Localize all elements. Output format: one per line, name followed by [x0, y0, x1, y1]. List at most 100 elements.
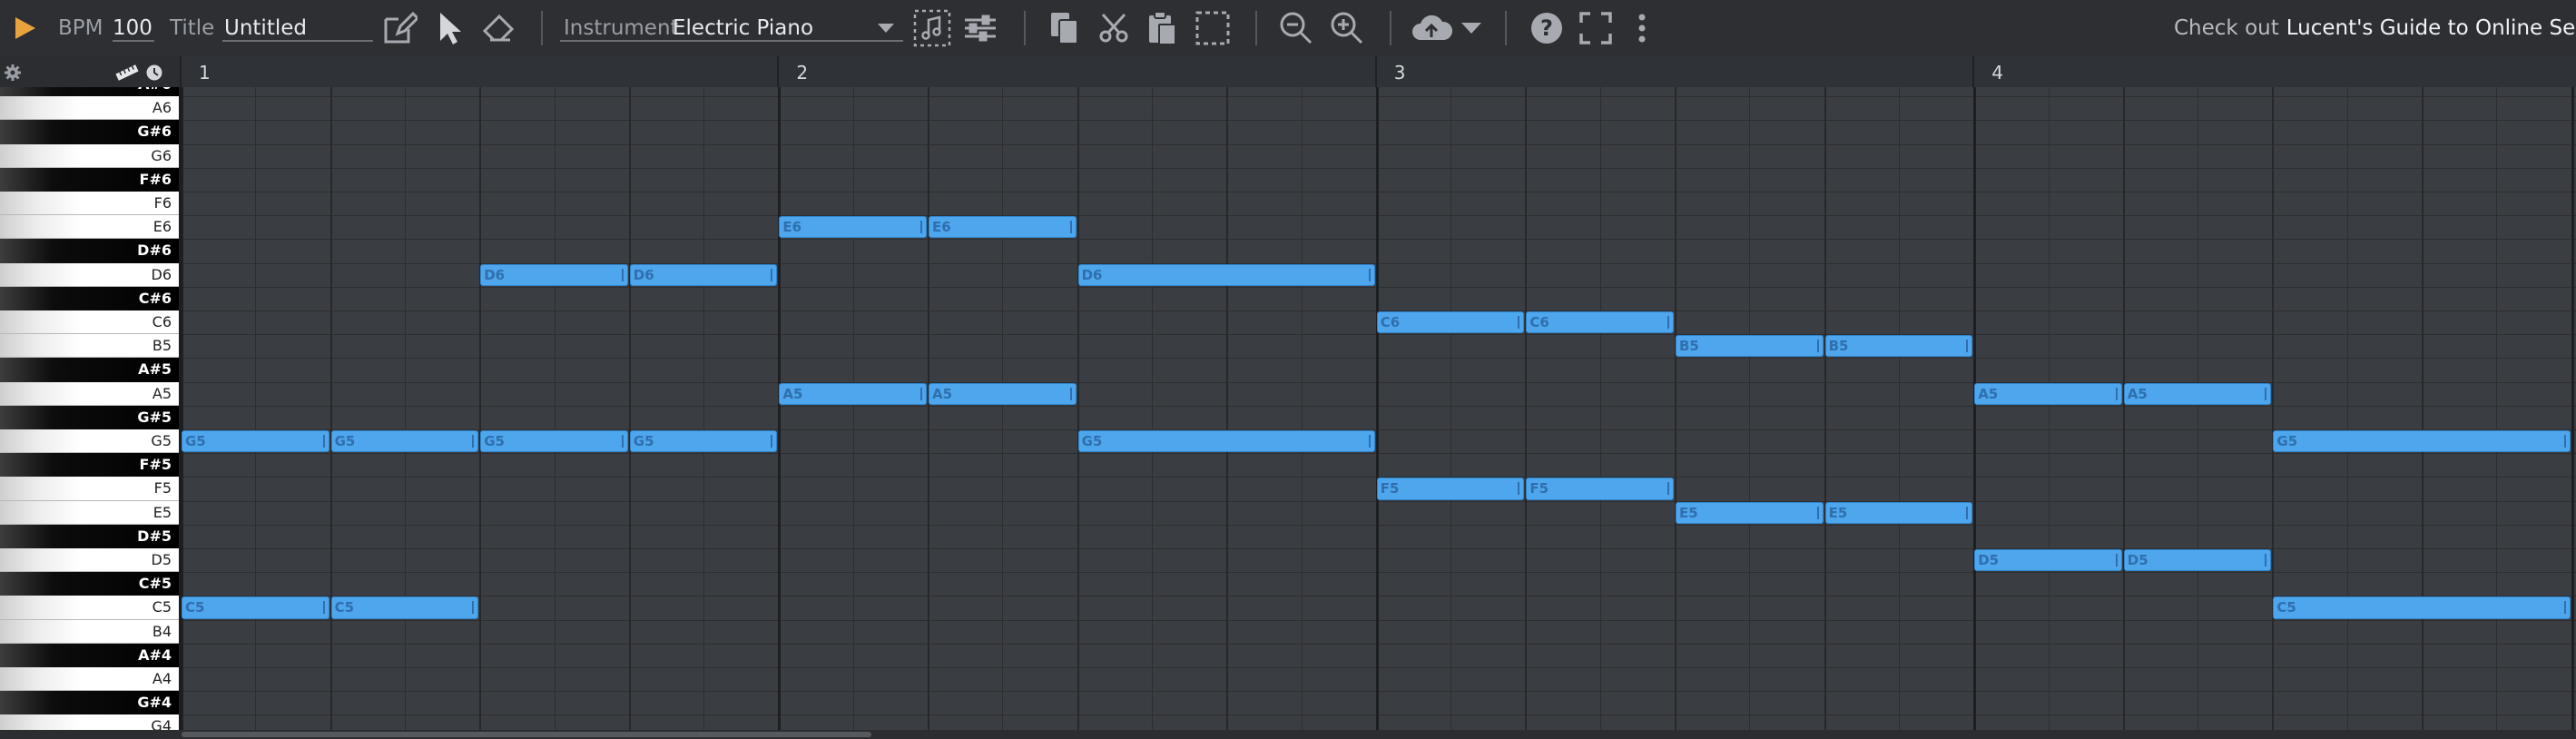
note-resize-handle[interactable]: [1816, 506, 1819, 519]
piano-key-fsharp6[interactable]: F#6: [0, 167, 179, 192]
note-resize-handle[interactable]: [1966, 340, 1969, 353]
promo-guide-link[interactable]: Lucent's Guide to Online Sequenc: [2286, 16, 2576, 40]
piano-key-fsharp5[interactable]: F#5: [0, 453, 179, 478]
note-resize-handle[interactable]: [1368, 268, 1371, 281]
note-block[interactable]: C5: [2273, 596, 2571, 619]
piano-key-c6[interactable]: C6: [0, 310, 179, 335]
note-block[interactable]: C5: [330, 596, 479, 619]
piano-key-d5[interactable]: D5: [0, 548, 179, 573]
note-resize-handle[interactable]: [771, 268, 773, 281]
note-block[interactable]: A5: [779, 382, 927, 405]
select-all-button[interactable]: [1195, 0, 1231, 56]
piano-key-asharp6[interactable]: A#6: [0, 87, 179, 97]
note-block[interactable]: D5: [2123, 549, 2272, 572]
note-block[interactable]: G5: [480, 430, 628, 453]
note-resize-handle[interactable]: [2265, 554, 2267, 567]
note-resize-handle[interactable]: [1518, 316, 1520, 329]
piano-key-d6[interactable]: D6: [0, 262, 179, 287]
note-resize-handle[interactable]: [1368, 435, 1371, 448]
piano-key-csharp5[interactable]: C#5: [0, 572, 179, 596]
note-resize-handle[interactable]: [621, 268, 624, 281]
gear-icon[interactable]: [5, 64, 21, 81]
note-resize-handle[interactable]: [2563, 601, 2566, 615]
piano-key-a6[interactable]: A6: [0, 96, 179, 121]
note-resize-handle[interactable]: [472, 435, 475, 448]
note-block[interactable]: C6: [1526, 311, 1674, 334]
note-resize-handle[interactable]: [621, 435, 624, 448]
note-resize-handle[interactable]: [1966, 506, 1969, 519]
piano-key-g6[interactable]: G6: [0, 143, 179, 168]
note-resize-handle[interactable]: [1069, 221, 1072, 234]
note-block[interactable]: G5: [2273, 430, 2571, 453]
zoom-out-button[interactable]: [1278, 0, 1314, 56]
note-resize-handle[interactable]: [771, 435, 773, 448]
note-resize-handle[interactable]: [1667, 316, 1669, 329]
scrollbar-thumb[interactable]: [182, 732, 871, 737]
note-block[interactable]: F5: [1376, 478, 1525, 500]
note-block[interactable]: D5: [1974, 549, 2122, 572]
paste-button[interactable]: [1146, 0, 1179, 56]
note-resize-handle[interactable]: [322, 435, 325, 448]
piano-key-g5[interactable]: G5: [0, 429, 179, 454]
piano-key-c5[interactable]: C5: [0, 596, 179, 620]
note-block[interactable]: A5: [1974, 382, 2122, 405]
piano-key-b5[interactable]: B5: [0, 334, 179, 359]
piano-key-b4[interactable]: B4: [0, 619, 179, 644]
play-button[interactable]: [13, 0, 36, 56]
piano-key-f6[interactable]: F6: [0, 192, 179, 216]
note-resize-handle[interactable]: [2115, 387, 2118, 400]
piano-key-gsharp5[interactable]: G#5: [0, 405, 179, 429]
note-block[interactable]: G5: [1077, 430, 1375, 453]
note-resize-handle[interactable]: [919, 387, 922, 400]
note-block[interactable]: A5: [929, 382, 1077, 405]
clock-icon[interactable]: [145, 64, 163, 82]
title-input[interactable]: Untitled: [224, 16, 307, 40]
note-resize-handle[interactable]: [472, 601, 475, 615]
note-block[interactable]: D6: [1077, 263, 1375, 286]
eraser-tool-button[interactable]: [479, 0, 516, 56]
cloud-upload-button[interactable]: [1411, 0, 1452, 56]
note-resize-handle[interactable]: [1069, 387, 1072, 400]
piano-key-e5[interactable]: E5: [0, 500, 179, 525]
timeline-ruler[interactable]: 1 2 3 4: [0, 56, 2576, 88]
fullscreen-button[interactable]: [1579, 0, 1612, 56]
cut-button[interactable]: [1097, 0, 1130, 56]
note-resize-handle[interactable]: [1667, 482, 1669, 496]
zoom-in-button[interactable]: [1329, 0, 1365, 56]
note-block[interactable]: E5: [1676, 501, 1824, 524]
horizontal-scrollbar[interactable]: [0, 730, 2576, 739]
piano-key-g4[interactable]: G4: [0, 714, 179, 730]
copy-button[interactable]: [1048, 0, 1081, 56]
note-block[interactable]: E5: [1824, 501, 1973, 524]
piano-key-dsharp6[interactable]: D#6: [0, 239, 179, 263]
select-tool-button[interactable]: [437, 0, 462, 56]
note-block[interactable]: C6: [1376, 311, 1525, 334]
note-resize-handle[interactable]: [2265, 387, 2267, 400]
note-block[interactable]: F5: [1526, 478, 1674, 500]
piano-key-a4[interactable]: A4: [0, 667, 179, 692]
note-block[interactable]: G5: [629, 430, 778, 453]
note-block[interactable]: G5: [330, 430, 479, 453]
piano-key-gsharp6[interactable]: G#6: [0, 120, 179, 144]
note-block[interactable]: B5: [1676, 335, 1824, 358]
piano-key-e6[interactable]: E6: [0, 215, 179, 240]
note-resize-handle[interactable]: [1518, 482, 1520, 496]
cloud-menu-button[interactable]: [1460, 0, 1482, 56]
piano-roll-grid[interactable]: G5 G5 G5 G5 C5 C5 D6 D6 E6 E6 A5 A5 D6 G5 C6 C6 F5 F5 B5 B5…: [181, 87, 2576, 730]
note-resize-handle[interactable]: [322, 601, 325, 615]
piano-key-f5[interactable]: F5: [0, 477, 179, 501]
note-block[interactable]: D6: [629, 263, 778, 286]
edit-button[interactable]: [381, 0, 418, 56]
piano-key-csharp6[interactable]: C#6: [0, 286, 179, 310]
piano-key-asharp5[interactable]: A#5: [0, 358, 179, 382]
note-resize-handle[interactable]: [919, 221, 922, 234]
note-block[interactable]: E6: [929, 216, 1077, 239]
piano-key-gsharp4[interactable]: G#4: [0, 691, 179, 715]
piano-key-dsharp5[interactable]: D#5: [0, 524, 179, 548]
note-resize-handle[interactable]: [2563, 435, 2566, 448]
more-menu-button[interactable]: [1637, 0, 1647, 56]
note-block[interactable]: D6: [480, 263, 628, 286]
piano-key-asharp4[interactable]: A#4: [0, 643, 179, 667]
note-block[interactable]: E6: [779, 216, 927, 239]
note-block[interactable]: A5: [2123, 382, 2272, 405]
